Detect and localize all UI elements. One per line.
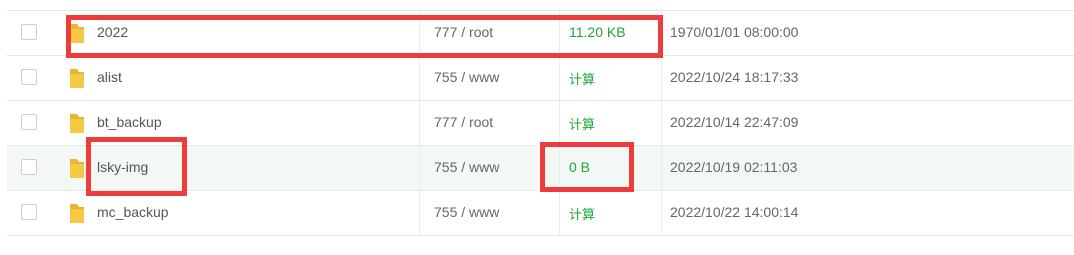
file-row-lsky-img[interactable]: lsky-img 755 / www 0 B 2022/10/19 02:11:…: [7, 146, 1074, 191]
column-divider: [661, 101, 662, 145]
folder-name[interactable]: mc_backup: [97, 204, 169, 220]
row-checkbox[interactable]: [21, 69, 37, 85]
folder-icon: [70, 159, 84, 178]
permission-owner[interactable]: 777 / root: [434, 24, 493, 40]
file-list-table: 2022 777 / root 11.20 KB 1970/01/01 08:0…: [7, 10, 1074, 236]
folder-size: 0 B: [569, 159, 591, 175]
column-divider: [661, 11, 662, 55]
file-row-alist[interactable]: alist 755 / www 计算 2022/10/24 18:17:33: [7, 56, 1074, 101]
calculate-size-link[interactable]: 计算: [569, 69, 595, 88]
modified-time: 2022/10/22 14:00:14: [670, 204, 799, 220]
permission-owner[interactable]: 777 / root: [434, 114, 493, 130]
column-divider: [419, 101, 420, 145]
folder-icon: [70, 114, 84, 133]
permission-owner[interactable]: 755 / www: [434, 69, 499, 85]
file-row-2022[interactable]: 2022 777 / root 11.20 KB 1970/01/01 08:0…: [7, 11, 1074, 56]
modified-time: 2022/10/14 22:47:09: [670, 114, 799, 130]
folder-name[interactable]: lsky-img: [97, 159, 148, 175]
column-divider: [559, 101, 560, 145]
calculate-size-link[interactable]: 计算: [569, 114, 595, 133]
row-checkbox[interactable]: [21, 24, 37, 40]
row-checkbox[interactable]: [21, 204, 37, 220]
column-divider: [559, 11, 560, 55]
folder-name[interactable]: alist: [97, 69, 122, 85]
folder-size: 11.20 KB: [569, 24, 626, 40]
column-divider: [419, 11, 420, 55]
modified-time: 2022/10/24 18:17:33: [670, 69, 799, 85]
modified-time: 2022/10/19 02:11:03: [670, 159, 798, 175]
calculate-size-link[interactable]: 计算: [569, 204, 595, 223]
column-divider: [419, 56, 420, 100]
column-divider: [559, 56, 560, 100]
file-row-bt-backup[interactable]: bt_backup 777 / root 计算 2022/10/14 22:47…: [7, 101, 1074, 146]
permission-owner[interactable]: 755 / www: [434, 204, 499, 220]
column-divider: [419, 146, 420, 190]
folder-icon: [70, 24, 84, 43]
column-divider: [559, 146, 560, 190]
column-divider: [661, 191, 662, 235]
folder-name[interactable]: 2022: [97, 24, 128, 40]
column-divider: [661, 146, 662, 190]
file-row-mc-backup[interactable]: mc_backup 755 / www 计算 2022/10/22 14:00:…: [7, 191, 1074, 236]
permission-owner[interactable]: 755 / www: [434, 159, 499, 175]
column-divider: [419, 191, 420, 235]
folder-icon: [70, 204, 84, 223]
column-divider: [661, 56, 662, 100]
row-checkbox[interactable]: [21, 159, 37, 175]
column-divider: [559, 191, 560, 235]
row-checkbox[interactable]: [21, 114, 37, 130]
folder-name[interactable]: bt_backup: [97, 114, 162, 130]
folder-icon: [70, 69, 84, 88]
modified-time: 1970/01/01 08:00:00: [670, 24, 799, 40]
